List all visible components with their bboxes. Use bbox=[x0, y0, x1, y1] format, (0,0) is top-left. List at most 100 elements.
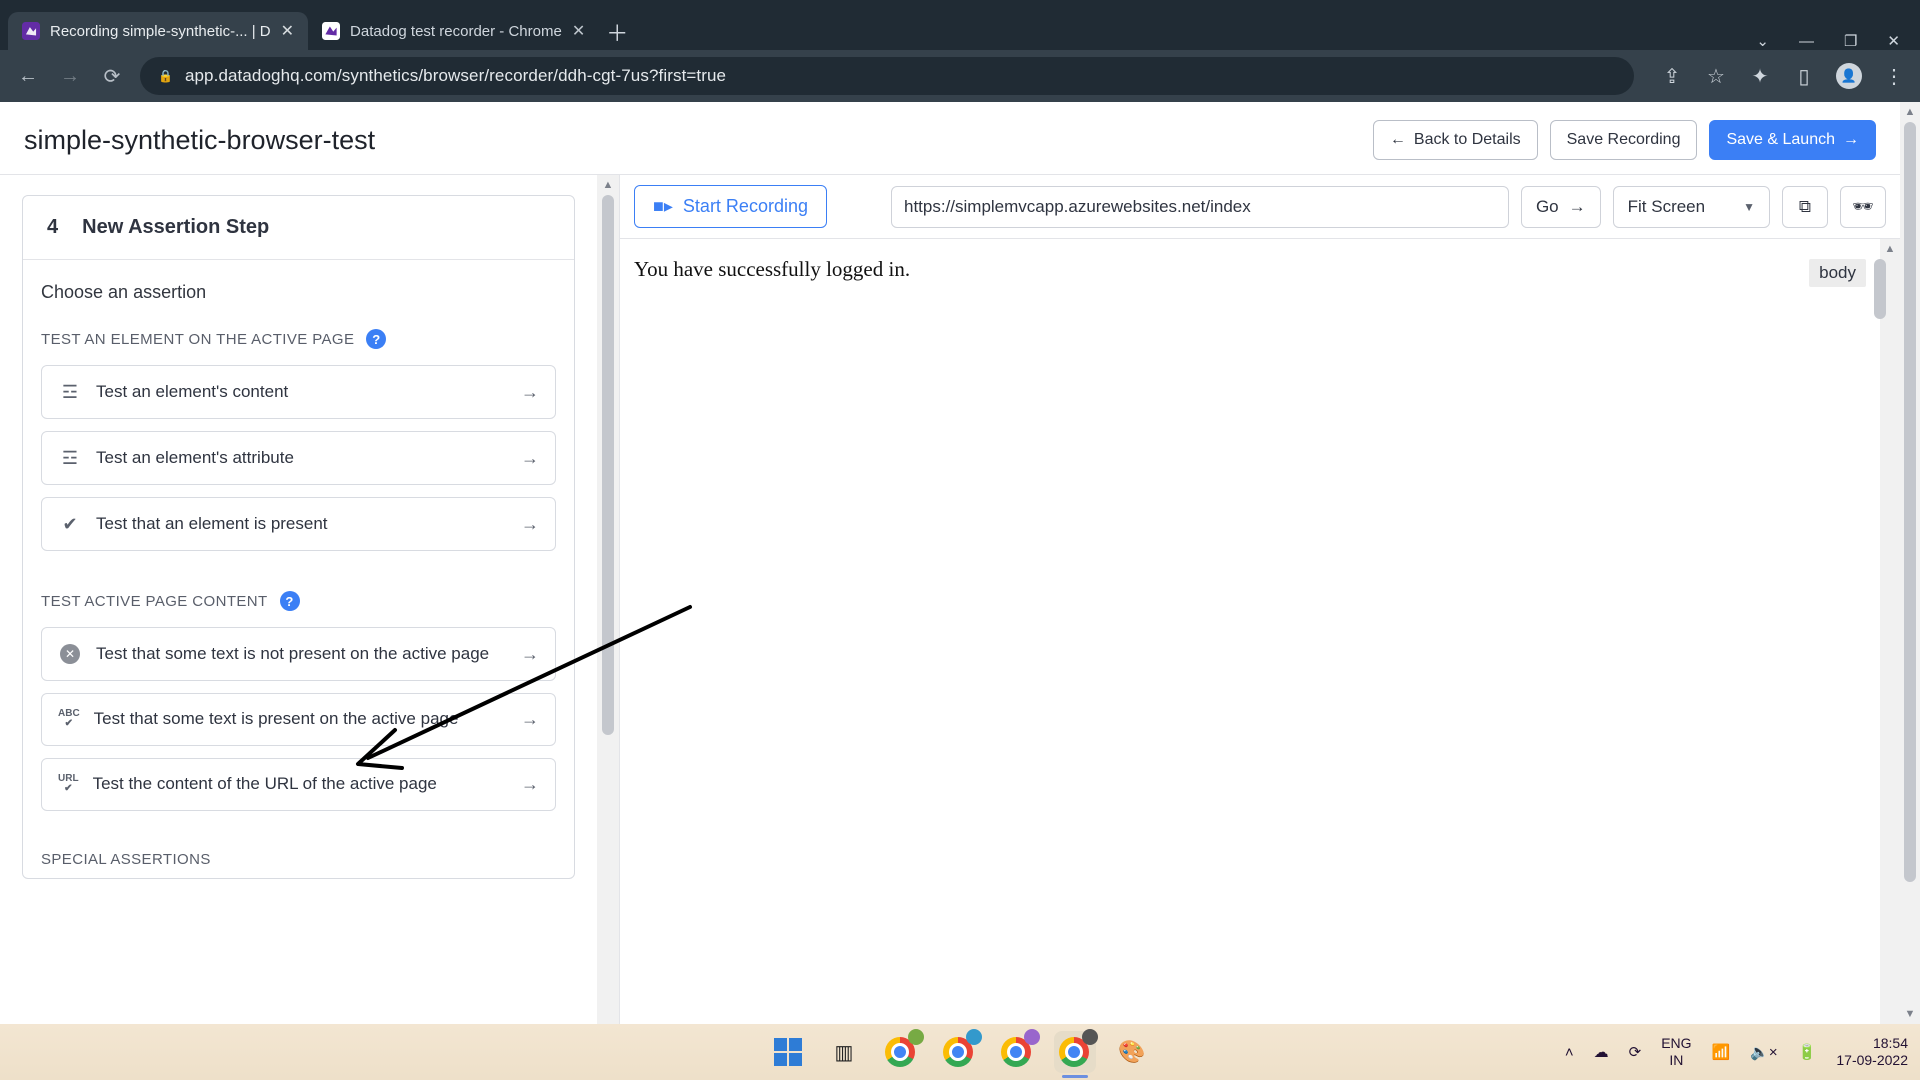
go-button[interactable]: Go → bbox=[1521, 186, 1601, 228]
datadog-recorder-page: simple-synthetic-browser-test ← Back to … bbox=[0, 102, 1900, 1080]
save-and-launch-button[interactable]: Save & Launch → bbox=[1709, 120, 1876, 160]
taskbar-chrome-1[interactable] bbox=[880, 1031, 922, 1073]
external-link-icon: ⧉ bbox=[1799, 197, 1811, 217]
tab-search-icon[interactable]: ⌄ bbox=[1756, 32, 1769, 50]
kebab-menu-icon[interactable]: ⋮ bbox=[1882, 64, 1906, 89]
taskbar-chrome-4-active[interactable] bbox=[1054, 1031, 1096, 1073]
back-icon[interactable]: ← bbox=[14, 65, 42, 88]
language-indicator[interactable]: ENG IN bbox=[1661, 1035, 1691, 1069]
left-panel: 4 New Assertion Step Choose an assertion… bbox=[0, 175, 620, 1038]
page-scrollbar[interactable]: ▲ ▼ bbox=[1900, 102, 1920, 1024]
sidepanel-icon[interactable]: ▯ bbox=[1792, 64, 1816, 89]
volume-icon[interactable]: 🔈× bbox=[1750, 1043, 1777, 1061]
arrow-right-icon: → bbox=[1843, 131, 1859, 149]
datadog-favicon-icon bbox=[22, 22, 40, 40]
star-icon[interactable]: ☆ bbox=[1704, 64, 1728, 89]
row-label: Test an element's content bbox=[96, 381, 507, 404]
row-label: Test that some text is not present on th… bbox=[96, 643, 507, 666]
fit-screen-select[interactable]: Fit Screen ▼ bbox=[1613, 186, 1770, 228]
preview-panel: ■▸ Start Recording https://simplemvcapp.… bbox=[620, 175, 1900, 1038]
scrollbar-thumb[interactable] bbox=[602, 195, 614, 735]
x-circle-icon: ✕ bbox=[58, 642, 82, 666]
start-button[interactable] bbox=[768, 1032, 808, 1072]
row-label: Test that an element is present bbox=[96, 513, 507, 536]
arrow-right-icon: → bbox=[521, 448, 539, 469]
taskbar-chrome-3[interactable] bbox=[996, 1031, 1038, 1073]
arrow-right-icon: → bbox=[521, 774, 539, 795]
taskbar-chrome-2[interactable] bbox=[938, 1031, 980, 1073]
tab-title: Datadog test recorder - Chrome bbox=[350, 23, 562, 40]
browser-window: Recording simple-synthetic-... | D ✕ Dat… bbox=[0, 0, 1920, 1080]
assert-text-present[interactable]: ABC✔ Test that some text is present on t… bbox=[41, 693, 556, 746]
start-recording-button[interactable]: ■▸ Start Recording bbox=[634, 185, 827, 228]
open-new-window-button[interactable]: ⧉ bbox=[1782, 186, 1828, 228]
assert-url-content[interactable]: URL✔ Test the content of the URL of the … bbox=[41, 758, 556, 811]
arrow-left-icon: ← bbox=[1390, 131, 1406, 149]
assert-element-present[interactable]: ✔ Test that an element is present → bbox=[41, 497, 556, 551]
task-view-button[interactable]: ▥ bbox=[824, 1032, 864, 1072]
scroll-up-icon[interactable]: ▲ bbox=[1885, 239, 1896, 259]
address-bar[interactable]: 🔒 app.datadoghq.com/synthetics/browser/r… bbox=[140, 57, 1634, 95]
scrollbar-thumb[interactable] bbox=[1874, 259, 1886, 319]
new-tab-button[interactable]: ＋ bbox=[599, 14, 635, 50]
check-icon: ✔ bbox=[58, 512, 82, 536]
assert-element-attribute[interactable]: ☲ Test an element's attribute → bbox=[41, 431, 556, 485]
incognito-button[interactable]: 🕶 bbox=[1840, 186, 1886, 228]
clock[interactable]: 18:54 17-09-2022 bbox=[1836, 1035, 1908, 1070]
video-icon: ■▸ bbox=[653, 196, 673, 217]
close-icon[interactable]: ✕ bbox=[572, 21, 585, 41]
abc-check-icon: ABC✔ bbox=[58, 709, 80, 729]
step-header: 4 New Assertion Step bbox=[23, 196, 574, 260]
back-to-details-button[interactable]: ← Back to Details bbox=[1373, 120, 1538, 160]
arrow-right-icon: → bbox=[521, 382, 539, 403]
scrollbar-thumb[interactable] bbox=[1904, 122, 1916, 882]
scroll-up-icon[interactable]: ▲ bbox=[1905, 102, 1916, 122]
save-recording-button[interactable]: Save Recording bbox=[1550, 120, 1698, 160]
share-icon[interactable]: ⇪ bbox=[1660, 64, 1684, 89]
reload-icon[interactable]: ⟳ bbox=[98, 64, 126, 89]
maximize-icon[interactable]: ❐ bbox=[1844, 32, 1857, 50]
left-panel-scroll[interactable]: 4 New Assertion Step Choose an assertion… bbox=[0, 175, 597, 1038]
preview-scrollbar[interactable]: ▲ ▼ bbox=[1880, 239, 1900, 1038]
battery-icon[interactable]: 🔋 bbox=[1798, 1043, 1817, 1061]
onedrive-icon[interactable]: ☁ bbox=[1594, 1043, 1609, 1061]
assert-text-not-present[interactable]: ✕ Test that some text is not present on … bbox=[41, 627, 556, 681]
arrow-right-icon: → bbox=[521, 709, 539, 730]
page-preview[interactable]: You have successfully logged in. body ▲ … bbox=[620, 238, 1900, 1038]
page-title: simple-synthetic-browser-test bbox=[24, 125, 375, 156]
close-icon[interactable]: ✕ bbox=[281, 21, 294, 41]
scroll-down-icon[interactable]: ▼ bbox=[1905, 1004, 1916, 1024]
wifi-icon[interactable]: 📶 bbox=[1712, 1043, 1731, 1061]
row-label: Test the content of the URL of the activ… bbox=[93, 773, 507, 796]
sync-icon[interactable]: ⟳ bbox=[1629, 1043, 1642, 1061]
lang-bottom: IN bbox=[1661, 1052, 1691, 1069]
list-icon: ☲ bbox=[58, 380, 82, 404]
taskbar-paint[interactable]: 🎨 bbox=[1112, 1032, 1152, 1072]
arrow-right-icon: → bbox=[1569, 197, 1586, 217]
left-scrollbar[interactable]: ▲ ▼ bbox=[597, 175, 619, 1038]
help-icon[interactable]: ? bbox=[366, 329, 386, 349]
scroll-up-icon[interactable]: ▲ bbox=[603, 175, 614, 195]
extensions-icon[interactable]: ✦ bbox=[1748, 64, 1772, 89]
browser-tab-1[interactable]: Recording simple-synthetic-... | D ✕ bbox=[8, 12, 308, 50]
browser-tab-2[interactable]: Datadog test recorder - Chrome ✕ bbox=[308, 12, 599, 50]
page-body: 4 New Assertion Step Choose an assertion… bbox=[0, 175, 1900, 1038]
button-label: Save & Launch bbox=[1726, 131, 1835, 149]
button-label: Back to Details bbox=[1414, 131, 1521, 149]
taskbar-center: ▥ 🎨 bbox=[768, 1031, 1152, 1073]
assert-element-content[interactable]: ☲ Test an element's content → bbox=[41, 365, 556, 419]
profile-avatar-icon[interactable]: 👤 bbox=[1836, 63, 1862, 89]
viewer-toolbar: ■▸ Start Recording https://simplemvcapp.… bbox=[620, 175, 1900, 238]
help-icon[interactable]: ? bbox=[280, 591, 300, 611]
url-check-icon: URL✔ bbox=[58, 774, 79, 794]
minimize-icon[interactable]: — bbox=[1799, 33, 1814, 50]
preview-body-text: You have successfully logged in. bbox=[634, 257, 910, 282]
header-actions: ← Back to Details Save Recording Save & … bbox=[1373, 120, 1876, 160]
window-controls: ⌄ — ❐ ✕ bbox=[1756, 32, 1920, 50]
preview-url-input[interactable]: https://simplemvcapp.azurewebsites.net/i… bbox=[891, 186, 1509, 228]
windows-taskbar: ▥ 🎨 ˄ ☁ ⟳ ENG IN 📶 🔈× 🔋 18:54 17-09-2022 bbox=[0, 1024, 1920, 1080]
forward-icon[interactable]: → bbox=[56, 65, 84, 88]
close-window-icon[interactable]: ✕ bbox=[1887, 32, 1900, 50]
browser-tabstrip: Recording simple-synthetic-... | D ✕ Dat… bbox=[0, 0, 1920, 50]
chevron-up-icon[interactable]: ˄ bbox=[1565, 1044, 1574, 1061]
